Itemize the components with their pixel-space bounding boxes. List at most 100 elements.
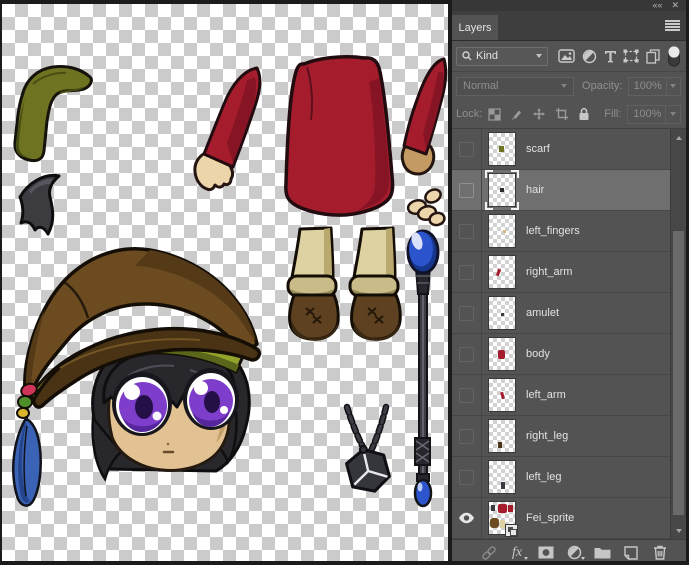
layer-thumbnail[interactable] bbox=[488, 132, 516, 166]
layer-name: right_leg bbox=[526, 430, 568, 442]
shape-layer-filter-icon[interactable] bbox=[623, 49, 639, 63]
blend-mode-row: Normal Opacity: 100% bbox=[452, 72, 686, 100]
filter-toggle-switch[interactable] bbox=[667, 45, 681, 68]
layer-row-left-fingers[interactable]: left_fingers bbox=[452, 211, 670, 252]
visibility-toggle[interactable] bbox=[452, 293, 482, 333]
smart-object-filter-icon[interactable] bbox=[646, 49, 660, 64]
left-arm-sprite bbox=[195, 68, 260, 190]
smart-object-badge bbox=[505, 524, 518, 537]
type-layer-filter-icon[interactable] bbox=[604, 50, 617, 63]
opacity-value-field[interactable]: 100% bbox=[628, 77, 666, 96]
lock-transparent-pixels-icon[interactable] bbox=[488, 108, 501, 121]
layer-name: Fei_sprite bbox=[526, 512, 574, 524]
tab-layers[interactable]: Layers bbox=[452, 15, 498, 40]
layer-row-left-arm[interactable]: left_arm bbox=[452, 375, 670, 416]
layer-row-left-leg[interactable]: left_leg bbox=[452, 457, 670, 498]
chevron-down-icon bbox=[536, 54, 542, 58]
left-fingers-sprite bbox=[407, 187, 446, 227]
character-head-sprite bbox=[13, 249, 259, 506]
layer-name: hair bbox=[526, 184, 544, 196]
delete-layer-button[interactable] bbox=[651, 544, 668, 561]
collapse-panel-button[interactable]: «« bbox=[652, 1, 662, 10]
layer-list: scarf hair left_fingers right_arm amulet bbox=[452, 129, 686, 539]
link-layers-button[interactable] bbox=[480, 544, 497, 561]
add-layer-mask-button[interactable] bbox=[537, 544, 554, 561]
chevron-down-icon bbox=[561, 84, 567, 88]
filter-kind-dropdown[interactable]: Kind bbox=[456, 47, 548, 66]
layer-row-amulet[interactable]: amulet bbox=[452, 293, 670, 334]
layer-thumbnail[interactable] bbox=[488, 173, 516, 207]
hair-tuft-sprite bbox=[20, 175, 59, 234]
layer-name: left_fingers bbox=[526, 225, 580, 237]
layer-styles-fx-button[interactable]: fx bbox=[509, 544, 526, 561]
layer-row-body[interactable]: body bbox=[452, 334, 670, 375]
amulet-sprite bbox=[344, 407, 391, 495]
opacity-chevron[interactable] bbox=[667, 77, 681, 96]
visibility-toggle[interactable] bbox=[452, 334, 482, 374]
body-sprite bbox=[286, 57, 393, 215]
scarf-sprite bbox=[15, 66, 91, 160]
layer-name: left_leg bbox=[526, 471, 561, 483]
lock-row: Lock: Fill: 100% bbox=[452, 100, 686, 129]
panel-titlebar: «« ✕ bbox=[452, 0, 686, 11]
layer-name: body bbox=[526, 348, 550, 360]
layer-thumbnail[interactable] bbox=[488, 460, 516, 494]
opacity-label: Opacity: bbox=[582, 80, 622, 92]
filter-kind-label: Kind bbox=[476, 50, 532, 62]
visibility-toggle[interactable] bbox=[452, 375, 482, 415]
lock-label: Lock: bbox=[456, 108, 482, 120]
layer-name: left_arm bbox=[526, 389, 566, 401]
layer-row-hair[interactable]: hair bbox=[452, 170, 670, 211]
visibility-toggle[interactable] bbox=[452, 211, 482, 251]
right-leg-sprite bbox=[288, 228, 338, 341]
lock-image-pixels-icon[interactable] bbox=[510, 108, 523, 121]
visibility-toggle[interactable] bbox=[452, 457, 482, 497]
layer-list-scrollbar[interactable] bbox=[670, 129, 686, 539]
layer-name: amulet bbox=[526, 307, 559, 319]
layer-thumbnail[interactable] bbox=[488, 337, 516, 371]
layer-row-scarf[interactable]: scarf bbox=[452, 129, 670, 170]
visibility-toggle[interactable] bbox=[452, 416, 482, 456]
pixel-layer-filter-icon[interactable] bbox=[558, 49, 575, 63]
fill-value-field[interactable]: 100% bbox=[627, 105, 666, 124]
new-adjustment-layer-button[interactable] bbox=[566, 544, 583, 561]
panel-menu-icon[interactable] bbox=[665, 20, 680, 31]
staff-sprite bbox=[408, 231, 438, 506]
layer-row-fei-sprite[interactable]: Fei_sprite bbox=[452, 498, 670, 539]
scrollbar-thumb[interactable] bbox=[673, 231, 684, 515]
visibility-toggle[interactable] bbox=[452, 252, 482, 292]
layer-filter-row: Kind bbox=[452, 41, 686, 72]
close-panel-button[interactable]: ✕ bbox=[671, 1, 679, 10]
layers-panel-toolbar: fx bbox=[452, 539, 686, 565]
eye-icon bbox=[458, 512, 475, 524]
lock-all-icon[interactable] bbox=[578, 107, 590, 121]
layer-thumbnail[interactable] bbox=[488, 501, 516, 535]
right-arm-sprite bbox=[402, 59, 446, 174]
visibility-toggle[interactable] bbox=[452, 498, 482, 538]
blend-mode-value: Normal bbox=[463, 80, 561, 92]
layer-thumbnail[interactable] bbox=[488, 378, 516, 412]
layer-thumbnail[interactable] bbox=[488, 419, 516, 453]
visibility-toggle[interactable] bbox=[452, 170, 482, 210]
visibility-toggle[interactable] bbox=[452, 129, 482, 169]
sprite-sheet-artwork bbox=[2, 4, 448, 561]
new-group-button[interactable] bbox=[594, 544, 611, 561]
search-icon bbox=[462, 51, 472, 61]
blend-mode-dropdown[interactable]: Normal bbox=[456, 77, 574, 96]
layer-thumbnail[interactable] bbox=[488, 296, 516, 330]
layer-row-right-arm[interactable]: right_arm bbox=[452, 252, 670, 293]
fill-label: Fill: bbox=[604, 108, 621, 120]
new-layer-button[interactable] bbox=[623, 544, 640, 561]
adjustment-layer-filter-icon[interactable] bbox=[582, 49, 597, 64]
fill-chevron[interactable] bbox=[666, 105, 681, 124]
layer-thumbnail[interactable] bbox=[488, 214, 516, 248]
scroll-down-arrow[interactable] bbox=[671, 524, 686, 537]
panel-tabbar: Layers bbox=[452, 11, 686, 41]
document-canvas[interactable] bbox=[2, 4, 448, 561]
layer-thumbnail[interactable] bbox=[488, 255, 516, 289]
layer-row-right-leg[interactable]: right_leg bbox=[452, 416, 670, 457]
left-leg-sprite bbox=[350, 228, 400, 341]
scroll-up-arrow[interactable] bbox=[671, 131, 686, 144]
lock-position-icon[interactable] bbox=[532, 107, 546, 121]
lock-artboard-icon[interactable] bbox=[555, 107, 569, 121]
